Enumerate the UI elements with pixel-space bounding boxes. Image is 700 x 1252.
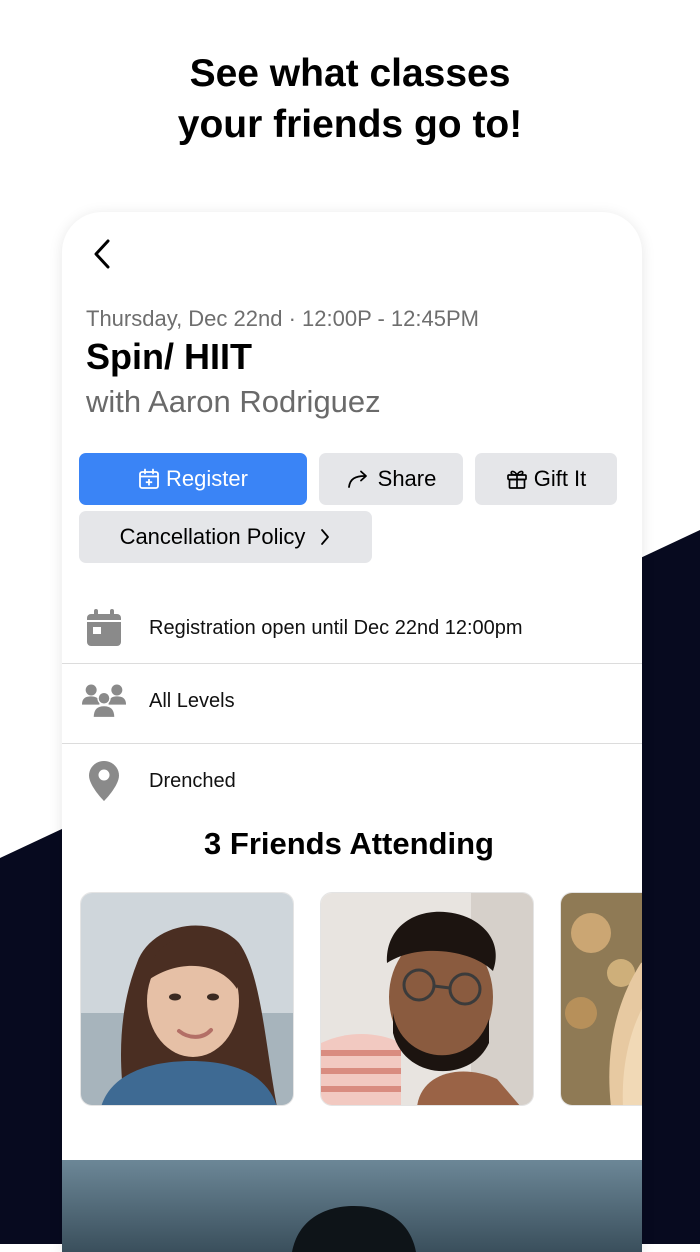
location-info-text: Drenched [149, 769, 236, 792]
share-label: Share [377, 466, 437, 491]
headline-line-2: your friends go to! [177, 103, 523, 146]
cancellation-policy-button[interactable]: Cancellation Policy [79, 511, 372, 563]
register-button[interactable]: Register [79, 453, 307, 505]
gift-icon [506, 470, 527, 489]
location-pin-icon [89, 761, 119, 801]
chevron-left-icon [94, 239, 110, 269]
level-info-row: All Levels [62, 661, 642, 741]
class-date-time: Thursday, Dec 22nd · 12:00P - 12:45PM [86, 306, 479, 331]
share-button[interactable]: Share [319, 453, 463, 505]
class-instructor: with Aaron Rodriguez [86, 384, 381, 419]
gift-label: Gift It [533, 466, 587, 491]
gift-button[interactable]: Gift It [475, 453, 617, 505]
friend-photo-man-glasses[interactable] [320, 892, 534, 1106]
chevron-right-icon [321, 529, 330, 545]
class-detail-card: Thursday, Dec 22nd · 12:00P - 12:45PM Sp… [62, 212, 642, 1252]
class-banner-photo [62, 1160, 642, 1252]
cancellation-policy-label: Cancellation Policy [119, 524, 306, 549]
class-title: Spin/ HIIT [86, 336, 252, 377]
friends-attending-heading: 3 Friends Attending [204, 826, 494, 861]
friend-photo-blonde[interactable] [560, 892, 642, 1106]
calendar-plus-icon [139, 468, 159, 489]
friend-photo-woman[interactable] [80, 892, 294, 1106]
location-info-row: Drenched [62, 741, 642, 821]
group-icon [82, 684, 126, 719]
share-arrow-icon [347, 470, 367, 488]
registration-info-text: Registration open until Dec 22nd 12:00pm [149, 616, 523, 639]
registration-info-row: Registration open until Dec 22nd 12:00pm [62, 588, 642, 668]
level-info-text: All Levels [149, 689, 235, 712]
back-button[interactable] [90, 236, 116, 272]
register-label: Register [166, 466, 248, 491]
calendar-icon [87, 609, 121, 646]
headline: See what classes your friends go to! [0, 48, 700, 150]
headline-line-1: See what classes [189, 52, 511, 95]
